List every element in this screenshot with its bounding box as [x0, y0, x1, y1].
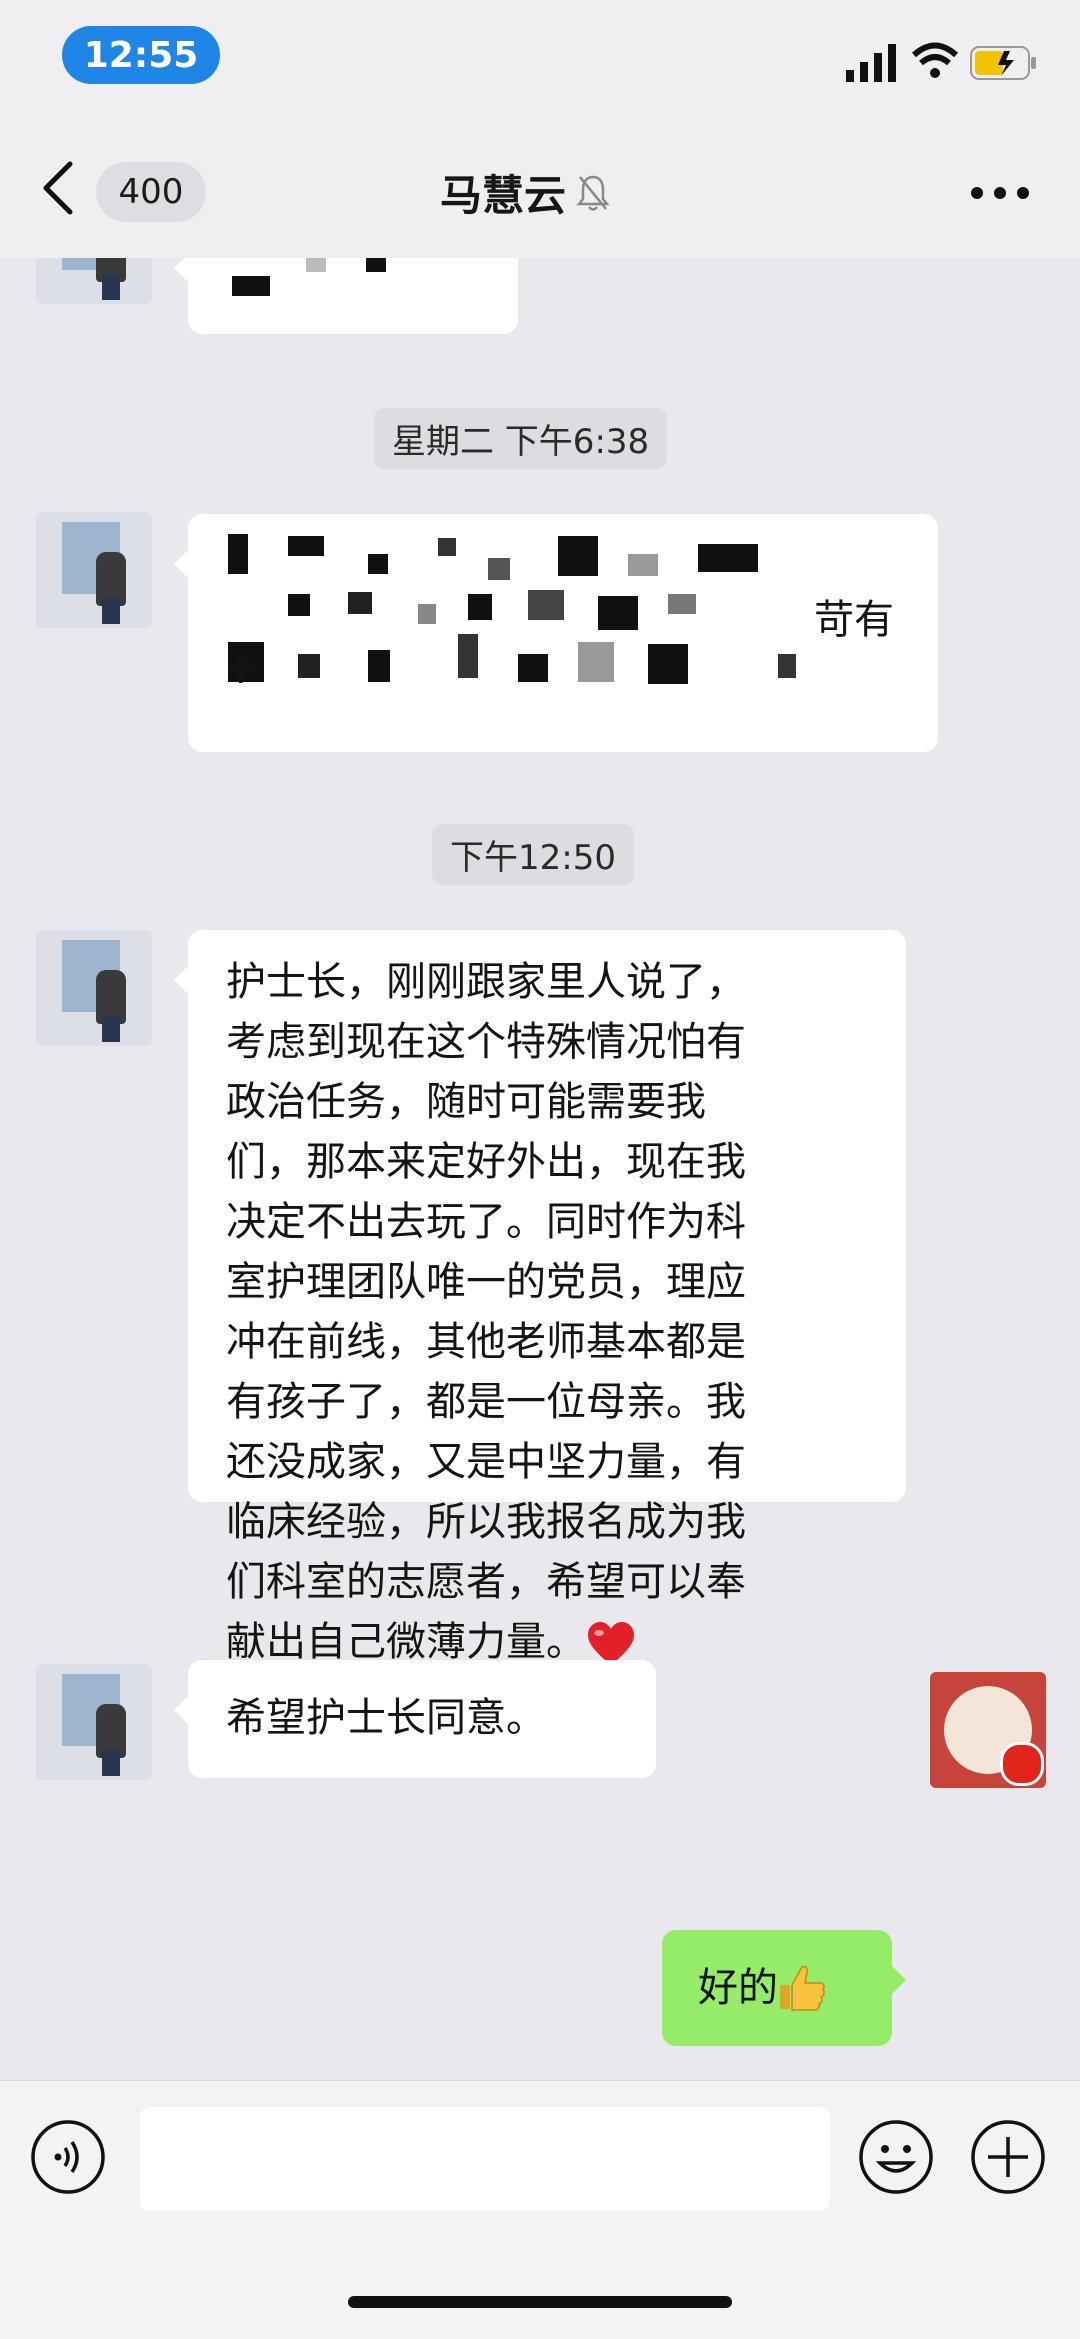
redacted-block	[668, 594, 696, 614]
redacted-block	[438, 538, 456, 556]
message-content: 好的	[698, 1958, 826, 2018]
redacted-block	[578, 642, 614, 682]
chat-title: 马慧云	[440, 171, 567, 220]
redacted-block	[228, 534, 248, 574]
redacted-block	[698, 544, 758, 572]
redacted-block	[488, 558, 510, 580]
message-bubble-redacted[interactable]: 苛有 +	[174, 514, 938, 752]
message-bubble[interactable]: 护士长，刚刚跟家里人说了， 考虑到现在这个特殊情况怕有 政治任务，随时可能需要我…	[174, 930, 906, 1665]
input-bar	[0, 2080, 1080, 2241]
redacted-block	[778, 654, 796, 678]
message-bubble-redacted[interactable]	[174, 258, 518, 334]
contact-avatar[interactable]	[36, 512, 152, 628]
redacted-block	[232, 276, 270, 296]
redacted-block	[418, 604, 436, 624]
visible-text-fragment: +	[224, 647, 258, 693]
outgoing-message-bubble[interactable]: 好的	[662, 1930, 906, 2046]
thumbs-up-emoji-icon	[780, 1965, 825, 2011]
chat-header: 400 马慧云	[0, 110, 1080, 259]
unread-count-badge[interactable]: 400	[96, 162, 206, 222]
redacted-block	[468, 594, 492, 620]
redacted-block	[628, 554, 658, 576]
contact-avatar[interactable]	[36, 1664, 152, 1780]
status-time: 12:55	[62, 26, 220, 84]
redacted-block	[348, 592, 372, 614]
redacted-block	[558, 536, 598, 576]
message-bubble[interactable]: 希望护士长同意。	[174, 1660, 656, 1778]
message-list[interactable]: 星期二 下午6:38 苛有 + 下午12:50 护士长，刚刚跟家里人说了， 考虑…	[0, 258, 1080, 2080]
plus-more-icon[interactable]	[970, 2119, 1046, 2195]
redacted-block	[288, 536, 324, 556]
redacted-block	[648, 644, 688, 684]
redacted-block	[518, 654, 548, 682]
emoji-icon[interactable]	[858, 2119, 934, 2195]
message-input[interactable]	[140, 2107, 830, 2211]
message-text: 护士长，刚刚跟家里人说了， 考虑到现在这个特殊情况怕有 政治任务，随时可能需要我…	[226, 959, 746, 1665]
more-options-icon[interactable]	[970, 186, 1030, 200]
contact-avatar[interactable]	[36, 930, 152, 1046]
redacted-block	[368, 554, 388, 574]
message-content: 护士长，刚刚跟家里人说了， 考虑到现在这个特殊情况怕有 政治任务，随时可能需要我…	[188, 952, 906, 1672]
home-indicator[interactable]	[348, 2296, 732, 2308]
wifi-icon	[912, 42, 958, 78]
voice-input-icon[interactable]	[30, 2119, 106, 2195]
redacted-block	[288, 594, 310, 616]
signal-icon	[846, 44, 896, 82]
redacted-block	[306, 258, 326, 272]
timestamp: 星期二 下午6:38	[374, 408, 668, 469]
visible-text-fragment: 苛有	[814, 597, 894, 643]
my-avatar[interactable]	[930, 1672, 1046, 1788]
message-text: 好的	[698, 1965, 778, 2011]
message-text: 希望护士长同意。	[226, 1695, 546, 1741]
redacted-block	[458, 634, 478, 678]
redacted-block	[368, 650, 390, 682]
redacted-block	[366, 258, 386, 272]
timestamp: 下午12:50	[432, 824, 634, 885]
back-arrow-icon[interactable]	[38, 158, 78, 218]
home-indicator-area	[0, 2240, 1080, 2339]
battery-icon	[970, 46, 1036, 80]
redacted-block	[528, 590, 564, 620]
status-bar: 12:55	[0, 0, 1080, 110]
mute-bell-icon	[576, 175, 610, 211]
chat-title-group: 马慧云	[440, 162, 610, 223]
contact-avatar[interactable]	[36, 258, 152, 304]
redacted-block	[298, 654, 320, 678]
redacted-block	[598, 596, 638, 630]
